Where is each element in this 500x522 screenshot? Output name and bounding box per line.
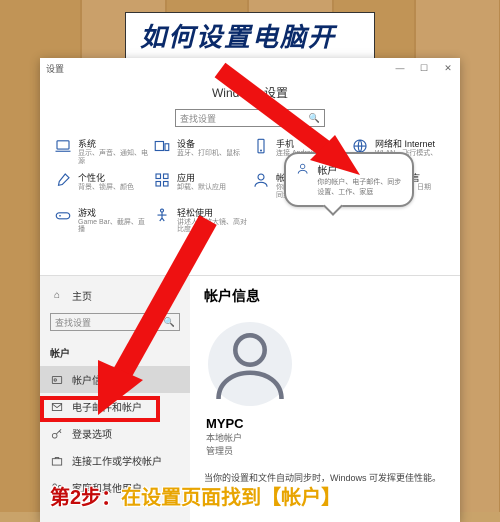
tile-sub: Game Bar、截屏、直播 (78, 219, 149, 234)
sidebar-search-input[interactable]: 查找设置 🔍 (50, 313, 180, 331)
window-titlebar: 设置 — ☐ ✕ (40, 58, 460, 78)
search-icon: 🔍 (309, 113, 320, 124)
sidebar-item-label: 连接工作或学校帐户 (72, 453, 162, 468)
ease-icon (153, 206, 171, 224)
home-icon: ⌂ (50, 289, 64, 303)
account-type: 本地帐户 (206, 431, 446, 444)
phone-icon (252, 137, 270, 155)
sidebar-section-label: 帐户 (50, 345, 70, 360)
game-icon (54, 206, 72, 224)
settings-tile-laptop[interactable]: 系统显示、声音、通知、电源 (54, 137, 149, 165)
bubble-sub: 你的帐户、电子邮件、同步设置、工作、家庭 (317, 177, 402, 197)
settings-tile-apps[interactable]: 应用卸载、默认应用 (153, 171, 248, 199)
sidebar-search-placeholder: 查找设置 (55, 316, 91, 329)
tile-heading: 个性化 (78, 171, 134, 184)
sidebar-item-id[interactable]: 帐户信息 (40, 366, 190, 393)
tile-sub: 背景、锁屏、颜色 (78, 184, 134, 192)
tile-sub: 讲述人、放大镜、高对比度 (177, 219, 248, 234)
sidebar-section: 帐户 (40, 339, 190, 366)
window-title: Windows 设置 (40, 84, 460, 101)
id-icon (50, 373, 64, 387)
user-icon (296, 162, 309, 177)
accounts-callout-bubble: 帐户 你的帐户、电子邮件、同步设置、工作、家庭 (284, 152, 414, 207)
settings-tile-devices[interactable]: 设备蓝牙、打印机、鼠标 (153, 137, 248, 165)
maximize-button[interactable]: ☐ (412, 63, 436, 74)
tile-heading: 应用 (177, 171, 226, 184)
search-input[interactable]: 查找设置 🔍 (175, 109, 325, 127)
close-button[interactable]: ✕ (436, 63, 460, 74)
sidebar-item-key[interactable]: 登录选项 (40, 420, 190, 447)
highlight-signin-options (40, 396, 160, 422)
settings-tile-brush[interactable]: 个性化背景、锁屏、颜色 (54, 171, 149, 199)
briefcase-icon (50, 454, 64, 468)
apps-icon (153, 171, 171, 189)
minimize-button[interactable]: — (388, 63, 412, 74)
sidebar-item-label: 帐户信息 (72, 372, 112, 387)
tile-heading: 轻松使用 (177, 206, 248, 219)
settings-home-window: 设置 — ☐ ✕ Windows 设置 查找设置 🔍 系统显示、声音、通知、电源… (40, 58, 460, 276)
account-role: 管理员 (206, 444, 446, 457)
app-label: 设置 (40, 62, 64, 75)
tile-heading: 系统 (78, 137, 149, 150)
user-icon (252, 171, 270, 189)
settings-tile-game[interactable]: 游戏Game Bar、截屏、直播 (54, 206, 149, 234)
tile-sub: 蓝牙、打印机、鼠标 (177, 150, 240, 158)
tile-heading: 网络和 Internet (375, 137, 446, 150)
devices-icon (153, 137, 171, 155)
account-name: MYPC (206, 416, 446, 431)
account-heading: 帐户信息 (204, 286, 446, 306)
tile-heading: 手机 (276, 137, 345, 150)
sidebar-home[interactable]: ⌂ 主页 (40, 282, 190, 309)
tile-heading: 设备 (177, 137, 240, 150)
brush-icon (54, 171, 72, 189)
search-placeholder: 查找设置 (180, 112, 216, 125)
search-icon: 🔍 (164, 317, 175, 328)
tile-heading: 游戏 (78, 206, 149, 219)
tile-sub: 显示、声音、通知、电源 (78, 150, 149, 165)
key-icon (50, 427, 64, 441)
bubble-heading: 帐户 (317, 162, 402, 177)
settings-tile-ease[interactable]: 轻松使用讲述人、放大镜、高对比度 (153, 206, 248, 234)
sidebar-item-label: 登录选项 (72, 426, 112, 441)
laptop-icon (54, 137, 72, 155)
avatar[interactable] (208, 322, 292, 406)
tile-sub: 卸载、默认应用 (177, 184, 226, 192)
sidebar-item-briefcase[interactable]: 连接工作或学校帐户 (40, 447, 190, 474)
step-caption: 第2步：在设置页面找到【帐户】 (50, 481, 341, 510)
settings-screenshot: 设置 — ☐ ✕ Windows 设置 查找设置 🔍 系统显示、声音、通知、电源… (40, 58, 460, 522)
sidebar-home-label: 主页 (72, 288, 92, 303)
